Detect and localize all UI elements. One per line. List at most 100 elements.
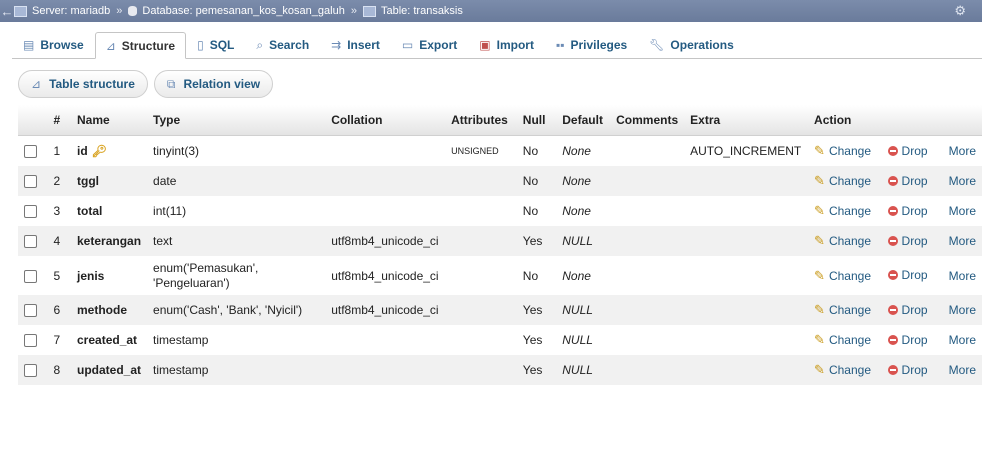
drop-icon [887,364,898,375]
column-header-number[interactable]: # [47,105,71,136]
column-default: NULL [556,325,611,355]
change-button[interactable]: ✎ Change [814,268,871,284]
column-comments [610,256,685,295]
drop-button[interactable]: Drop [887,268,928,282]
tab-label: Export [419,38,458,52]
row-checkbox[interactable] [24,235,37,249]
more-button[interactable]: More [949,269,976,283]
row-checkbox[interactable] [24,175,37,189]
column-default: NULL [556,226,611,256]
change-button[interactable]: ✎ Change [814,362,871,378]
more-button[interactable]: More [949,174,976,188]
column-comments [610,226,685,256]
drop-button[interactable]: Drop [887,204,928,218]
tab-label: Search [269,38,310,52]
import-icon: ▣ [479,38,491,52]
change-button[interactable]: ✎ Change [814,332,871,348]
table-row: 5 jenis enum('Pemasukan', 'Pengeluaran')… [18,256,982,295]
column-comments [610,295,685,325]
row-checkbox[interactable] [24,304,37,318]
column-null: No [516,256,557,295]
change-button[interactable]: ✎ Change [814,173,871,189]
column-type: timestamp [147,355,326,385]
column-extra [684,166,809,196]
breadcrumb-database[interactable]: Database: pemesanan_kos_kosan_galuh [128,5,345,17]
drop-label: Drop [901,332,928,347]
table-row: 2 tggl date No None ✎ Change Drop More [18,166,982,196]
column-collation: utf8mb4_unicode_ci [325,256,446,295]
column-collation: utf8mb4_unicode_ci [325,295,446,325]
drop-button[interactable]: Drop [887,174,928,188]
column-default: None [556,256,611,295]
row-checkbox[interactable] [24,269,37,283]
tab-insert[interactable]: ⇉ Insert [320,32,391,58]
column-header-null[interactable]: Null [516,105,557,136]
drop-icon [887,205,898,216]
column-header-extra[interactable]: Extra [684,105,809,136]
more-button[interactable]: More [949,204,976,218]
column-null: Yes [516,355,557,385]
breadcrumb-database-label: Database: pemesanan_kos_kosan_galuh [142,5,345,17]
tab-structure[interactable]: ⊿ Structure [94,32,187,59]
tab-import[interactable]: ▣ Import [468,32,545,58]
wrench-icon: 🔧︎ [649,38,665,52]
database-icon [128,6,138,16]
row-checkbox[interactable] [24,205,37,219]
column-header-attributes[interactable]: Attributes [445,105,517,136]
table-row: 4 keterangan text utf8mb4_unicode_ci Yes… [18,226,982,256]
pencil-icon: ✎ [814,203,825,218]
breadcrumb-server[interactable]: Server: mariadb [14,5,110,17]
column-attributes [445,325,517,355]
drop-button[interactable]: Drop [887,303,928,317]
change-button[interactable]: ✎ Change [814,302,871,318]
more-button[interactable]: More [949,234,976,248]
breadcrumb-separator: » [350,5,357,17]
tab-export[interactable]: ▭ Export [391,32,468,58]
tab-privileges[interactable]: ▪▪ Privileges [545,32,638,58]
column-extra [684,295,809,325]
structure-icon: ⊿ [31,77,42,91]
change-button[interactable]: ✎ Change [814,203,871,219]
column-default: None [556,135,611,166]
row-checkbox[interactable] [24,145,37,159]
tab-label: Import [496,38,534,52]
tab-sql[interactable]: ▯ SQL [186,32,245,58]
row-checkbox[interactable] [24,334,37,348]
column-header-collation[interactable]: Collation [325,105,446,136]
select-column-header [18,105,48,136]
column-name: methode [71,295,148,325]
tab-label: SQL [209,38,235,52]
pencil-icon: ✎ [814,302,825,317]
more-button[interactable]: More [949,363,976,377]
row-checkbox[interactable] [24,364,37,378]
breadcrumb-table[interactable]: Table: transaksis [362,5,463,17]
column-header-name[interactable]: Name [71,105,148,136]
more-button[interactable]: More [949,333,976,347]
column-type: tinyint(3) [147,135,326,166]
column-attributes [445,355,517,385]
tab-operations[interactable]: 🔧︎ Operations [638,32,745,58]
column-header-default[interactable]: Default [556,105,611,136]
tab-search[interactable]: ⌕ Search [245,32,320,58]
column-extra [684,226,809,256]
change-button[interactable]: ✎ Change [814,143,871,159]
relation-view-button[interactable]: ⧉ Relation view [153,70,274,98]
more-button[interactable]: More [949,303,976,317]
back-arrow-icon[interactable]: ← [0,4,14,19]
drop-button[interactable]: Drop [887,363,928,377]
column-header-comments[interactable]: Comments [610,105,685,136]
drop-button[interactable]: Drop [887,332,928,347]
column-extra [684,325,809,355]
gear-icon[interactable]: ⚙ [954,3,966,19]
drop-button[interactable]: Drop [887,234,928,248]
table-structure-button[interactable]: ⊿ Table structure [18,70,148,98]
more-button[interactable]: More [949,144,976,158]
column-header-type[interactable]: Type [147,105,326,136]
change-button[interactable]: ✎ Change [814,233,871,249]
tab-browse[interactable]: ▤ Browse [12,32,95,58]
column-default: NULL [556,295,611,325]
drop-button[interactable]: Drop [887,144,928,158]
column-name: jenis [71,256,148,295]
pencil-icon: ✎ [814,233,825,248]
search-icon: ⌕ [256,37,264,52]
